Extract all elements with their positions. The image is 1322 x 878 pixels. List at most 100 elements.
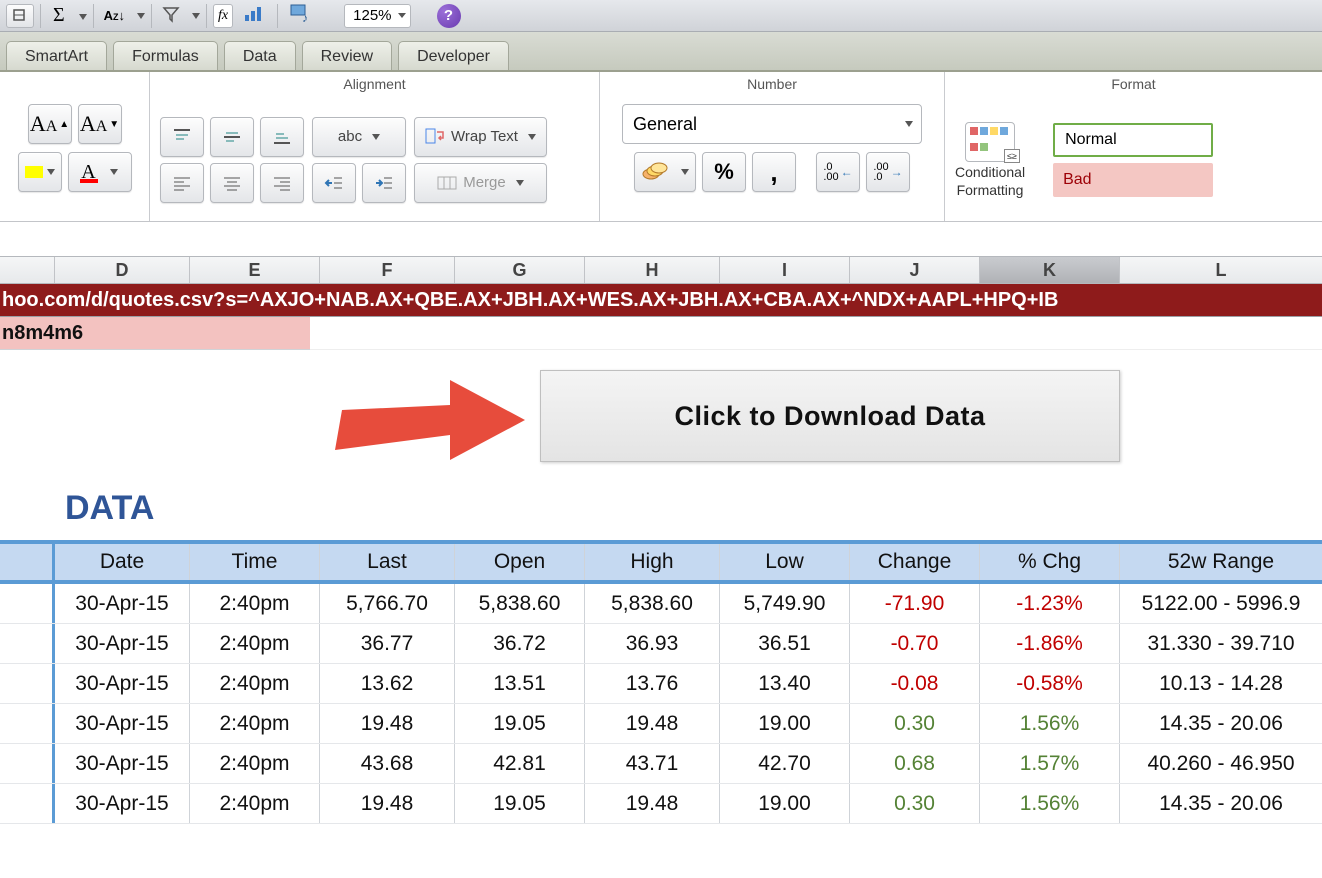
zoom-select[interactable]: 125% xyxy=(344,4,410,28)
th-change[interactable]: Change xyxy=(850,544,980,580)
indent-decrease-button[interactable] xyxy=(312,163,356,203)
cell-last[interactable]: 19.48 xyxy=(320,784,455,823)
table-row[interactable]: 30-Apr-152:40pm13.6213.5113.7613.40-0.08… xyxy=(0,664,1322,704)
th-last[interactable]: Last xyxy=(320,544,455,580)
tab-data[interactable]: Data xyxy=(224,41,296,70)
col-header-K[interactable]: K xyxy=(980,257,1120,283)
col-header-I[interactable]: I xyxy=(720,257,850,283)
conditional-formatting-button[interactable]: ≤≥ Conditional Formatting xyxy=(955,122,1025,198)
table-row[interactable]: 30-Apr-152:40pm19.4819.0519.4819.000.301… xyxy=(0,784,1322,824)
cell-open[interactable]: 19.05 xyxy=(455,784,585,823)
cell-time[interactable]: 2:40pm xyxy=(190,664,320,703)
cell-change[interactable]: 0.30 xyxy=(850,704,980,743)
cell-time[interactable]: 2:40pm xyxy=(190,624,320,663)
decrease-decimal-button[interactable]: .00.0→ xyxy=(866,152,910,192)
tab-developer[interactable]: Developer xyxy=(398,41,509,70)
table-row[interactable]: 30-Apr-152:40pm19.4819.0519.4819.000.301… xyxy=(0,704,1322,744)
media-icon[interactable]: ♪ xyxy=(284,4,318,27)
cell-high[interactable]: 36.93 xyxy=(585,624,720,663)
sigma-icon[interactable]: Σ xyxy=(47,4,71,27)
cell-change[interactable]: -0.70 xyxy=(850,624,980,663)
cell-range[interactable]: 40.260 - 46.950 xyxy=(1120,744,1322,783)
cell-date[interactable]: 30-Apr-15 xyxy=(55,784,190,823)
tab-formulas[interactable]: Formulas xyxy=(113,41,218,70)
autosave-icon[interactable] xyxy=(6,4,34,28)
th-52wrange[interactable]: 52w Range xyxy=(1120,544,1322,580)
cell-time[interactable]: 2:40pm xyxy=(190,704,320,743)
table-row[interactable]: 30-Apr-152:40pm36.7736.7236.9336.51-0.70… xyxy=(0,624,1322,664)
tab-smartart[interactable]: SmartArt xyxy=(6,41,107,70)
col-header-J[interactable]: J xyxy=(850,257,980,283)
cell-change[interactable]: -0.08 xyxy=(850,664,980,703)
cell-open[interactable]: 13.51 xyxy=(455,664,585,703)
download-data-button[interactable]: Click to Download Data xyxy=(540,370,1120,462)
font-shrink-button[interactable]: AA▼ xyxy=(78,104,122,144)
help-icon[interactable]: ? xyxy=(437,4,461,28)
cell-date[interactable]: 30-Apr-15 xyxy=(55,744,190,783)
cell-style-bad[interactable]: Bad xyxy=(1053,163,1213,197)
cell-pctchg[interactable]: 1.56% xyxy=(980,704,1120,743)
align-bottom-button[interactable] xyxy=(260,117,304,157)
col-header-gutter[interactable] xyxy=(0,257,55,283)
cell-date[interactable]: 30-Apr-15 xyxy=(55,664,190,703)
align-left-button[interactable] xyxy=(160,163,204,203)
font-grow-button[interactable]: AA▲ xyxy=(28,104,72,144)
th-pctchg[interactable]: % Chg xyxy=(980,544,1120,580)
col-header-D[interactable]: D xyxy=(55,257,190,283)
cell-pctchg[interactable]: 1.56% xyxy=(980,784,1120,823)
cell-date[interactable]: 30-Apr-15 xyxy=(55,584,190,623)
wrap-text-button[interactable]: Wrap Text xyxy=(414,117,547,157)
font-color-button[interactable]: A xyxy=(68,152,132,192)
cell-time[interactable]: 2:40pm xyxy=(190,784,320,823)
cell-pctchg[interactable]: 1.57% xyxy=(980,744,1120,783)
cell-time[interactable]: 2:40pm xyxy=(190,584,320,623)
cell-high[interactable]: 43.71 xyxy=(585,744,720,783)
cell-low[interactable]: 5,749.90 xyxy=(720,584,850,623)
cell-url-row1[interactable]: hoo.com/d/quotes.csv?s=^AXJO+NAB.AX+QBE.… xyxy=(0,284,1322,317)
cell-low[interactable]: 19.00 xyxy=(720,784,850,823)
chart-icon[interactable] xyxy=(237,5,271,26)
fx-button[interactable]: fx xyxy=(213,4,233,28)
cell-style-normal[interactable]: Normal xyxy=(1053,123,1213,157)
cell-last[interactable]: 36.77 xyxy=(320,624,455,663)
cell-low[interactable]: 42.70 xyxy=(720,744,850,783)
col-header-L[interactable]: L xyxy=(1120,257,1322,283)
cell-open[interactable]: 36.72 xyxy=(455,624,585,663)
align-top-button[interactable] xyxy=(160,117,204,157)
cell-high[interactable]: 13.76 xyxy=(585,664,720,703)
align-right-button[interactable] xyxy=(260,163,304,203)
cell-pctchg[interactable]: -0.58% xyxy=(980,664,1120,703)
th-time[interactable]: Time xyxy=(190,544,320,580)
align-middle-button[interactable] xyxy=(210,117,254,157)
th-open[interactable]: Open xyxy=(455,544,585,580)
cell-change[interactable]: 0.30 xyxy=(850,784,980,823)
col-header-G[interactable]: G xyxy=(455,257,585,283)
cell-last[interactable]: 5,766.70 xyxy=(320,584,455,623)
cell-change[interactable]: -71.90 xyxy=(850,584,980,623)
cell-range[interactable]: 5122.00 - 5996.9 xyxy=(1120,584,1322,623)
cell-url-row2[interactable]: n8m4m6 xyxy=(0,317,310,350)
th-low[interactable]: Low xyxy=(720,544,850,580)
tab-review[interactable]: Review xyxy=(302,41,392,70)
percent-button[interactable]: % xyxy=(702,152,746,192)
cell-pctchg[interactable]: -1.86% xyxy=(980,624,1120,663)
table-row[interactable]: 30-Apr-152:40pm43.6842.8143.7142.700.681… xyxy=(0,744,1322,784)
col-header-H[interactable]: H xyxy=(585,257,720,283)
cell-low[interactable]: 19.00 xyxy=(720,704,850,743)
cell-high[interactable]: 19.48 xyxy=(585,784,720,823)
filter-icon[interactable] xyxy=(158,5,184,26)
fill-color-button[interactable] xyxy=(18,152,62,192)
cell-high[interactable]: 19.48 xyxy=(585,704,720,743)
cell-range[interactable]: 14.35 - 20.06 xyxy=(1120,704,1322,743)
cell-time[interactable]: 2:40pm xyxy=(190,744,320,783)
cell-last[interactable]: 19.48 xyxy=(320,704,455,743)
col-header-F[interactable]: F xyxy=(320,257,455,283)
increase-decimal-button[interactable]: .0.00← xyxy=(816,152,860,192)
col-header-E[interactable]: E xyxy=(190,257,320,283)
cell-change[interactable]: 0.68 xyxy=(850,744,980,783)
cell-low[interactable]: 13.40 xyxy=(720,664,850,703)
th-date[interactable]: Date xyxy=(55,544,190,580)
number-format-select[interactable]: General xyxy=(622,104,922,144)
comma-button[interactable]: , xyxy=(752,152,796,192)
cell-open[interactable]: 42.81 xyxy=(455,744,585,783)
